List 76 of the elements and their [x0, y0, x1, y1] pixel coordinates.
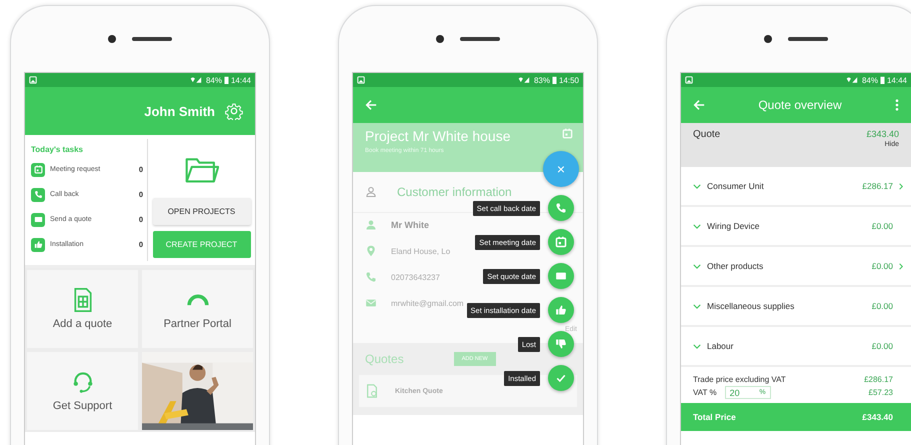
open-projects-button[interactable]: OPEN PROJECTS	[152, 198, 250, 225]
battery-icon	[552, 76, 557, 84]
calendar-icon	[562, 128, 573, 139]
document-icon	[365, 384, 379, 398]
contact-detail: mrwhite@gmail.com	[391, 298, 464, 308]
menu-tile[interactable]: Partner Portal	[142, 270, 253, 348]
battery-percentage: 84%	[862, 76, 878, 84]
project-title: Project Mr White house	[365, 128, 512, 144]
speaker-grille	[460, 37, 500, 41]
phone-icon	[365, 271, 377, 283]
vat-label: VAT %	[693, 388, 717, 397]
clock-time: 14:44	[886, 76, 907, 84]
clock-time: 14:44	[230, 76, 251, 84]
user-name: John Smith	[144, 104, 215, 118]
contact-detail: Mr White	[391, 220, 429, 230]
person-outline-icon	[365, 186, 377, 198]
camera-dot	[764, 35, 772, 43]
battery-percentage: 83%	[534, 76, 550, 84]
signal-icon	[518, 76, 532, 84]
summary-total: £343.40	[866, 129, 899, 139]
tasks-heading: Today's tasks	[31, 145, 84, 154]
clock-time: 14:50	[558, 76, 579, 84]
contact-detail: Eland House, Lo	[391, 246, 450, 256]
folder-icon	[184, 155, 218, 184]
document-icon	[72, 288, 94, 312]
section-heading: Customer information	[397, 185, 512, 199]
chevron-down-icon	[693, 264, 701, 268]
calendar-icon	[555, 236, 567, 248]
camera-dot	[436, 35, 444, 43]
thumbs-down-icon	[555, 338, 567, 350]
chevron-down-icon	[693, 304, 701, 308]
back-arrow-icon[interactable]	[693, 99, 705, 111]
signal-icon	[190, 76, 204, 84]
signal-icon	[846, 76, 860, 84]
chevron-down-icon	[693, 344, 701, 348]
phone-icon	[34, 190, 42, 199]
image-icon	[685, 76, 693, 84]
chevron-down-icon	[693, 224, 701, 228]
person-icon	[365, 219, 377, 231]
battery-percentage: 84%	[206, 76, 222, 84]
speaker-grille	[788, 37, 828, 41]
chevron-right-icon	[899, 182, 903, 190]
trade-price-label: Trade price excluding VAT	[693, 375, 786, 384]
total-label: Total Price	[693, 412, 736, 422]
battery-icon	[224, 76, 229, 84]
battery-icon	[880, 76, 885, 84]
camera-dot	[108, 35, 116, 43]
quote-section-row[interactable]: Other products £0.00	[681, 247, 911, 287]
calendar-icon	[34, 165, 42, 174]
trade-price-amount: £286.17	[864, 375, 893, 384]
check-icon	[555, 372, 567, 384]
contact-detail: 02073643237	[391, 272, 440, 282]
chevron-down-icon	[693, 184, 701, 188]
chevron-right-icon	[899, 262, 903, 270]
location-pin-icon	[365, 245, 377, 257]
quote-section-row[interactable]: Consumer Unit £286.17	[681, 167, 911, 207]
thumbs-up-icon	[555, 304, 567, 316]
section-heading: Quotes	[365, 352, 404, 366]
more-options-icon[interactable]	[895, 99, 899, 111]
thumbs-up-icon	[34, 240, 42, 249]
settings-icon[interactable]	[225, 102, 243, 120]
summary-label: Quote	[693, 129, 720, 142]
menu-tile[interactable]: Add a quote	[27, 270, 138, 348]
back-arrow-icon[interactable]	[365, 99, 377, 111]
quote-section-row[interactable]: Labour £0.00	[681, 327, 911, 367]
quote-section-row[interactable]: Wiring Device £0.00	[681, 207, 911, 247]
image-icon	[357, 76, 365, 84]
menu-tile[interactable]: Get Support	[27, 352, 138, 430]
quote-section-row[interactable]: Miscellaneous supplies £0.00	[681, 287, 911, 327]
phone-icon	[555, 202, 567, 214]
vat-amount: £57.23	[868, 388, 893, 397]
headset-icon	[72, 370, 94, 394]
image-icon	[29, 76, 37, 84]
speaker-grille	[132, 37, 172, 41]
total-amount: £343.40	[862, 412, 893, 422]
screen-title: Quote overview	[757, 98, 843, 112]
